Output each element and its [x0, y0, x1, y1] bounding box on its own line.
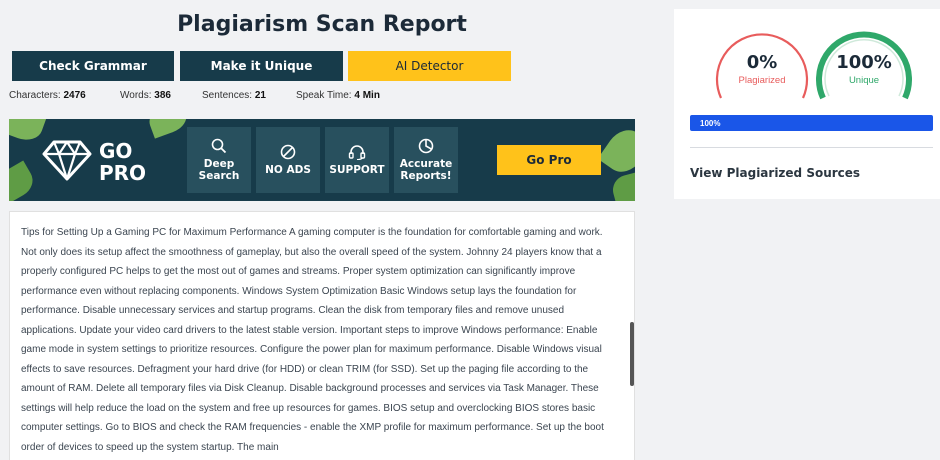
unique-percent: 100% — [836, 52, 892, 73]
go-pro-banner: GO PRO Deep Search NO ADS SUPPORT Accura… — [9, 119, 635, 201]
feature-no-ads: NO ADS — [256, 127, 320, 193]
leaf-decoration — [9, 160, 39, 201]
stat-speak-time: Speak Time: 4 Min — [296, 90, 380, 101]
results-panel: 0% Plagiarized 100% Unique 100% View Pla… — [674, 9, 940, 199]
scrollbar-thumb[interactable] — [630, 322, 634, 386]
diamond-icon — [42, 140, 92, 181]
scanned-text-area[interactable]: Tips for Setting Up a Gaming PC for Maxi… — [9, 211, 635, 460]
go-pro-button[interactable]: Go Pro — [497, 145, 601, 175]
make-unique-button[interactable]: Make it Unique — [180, 51, 343, 81]
leaf-decoration — [145, 119, 191, 139]
uniqueness-progress-bar: 100% — [690, 115, 933, 131]
search-icon — [211, 138, 227, 154]
stat-sentences: Sentences: 21 — [202, 90, 266, 101]
leaf-decoration — [597, 122, 635, 180]
view-sources-link[interactable]: View Plagiarized Sources — [690, 166, 860, 180]
progress-fill: 100% — [690, 115, 933, 131]
feature-accurate-reports: Accurate Reports! — [394, 127, 458, 193]
feature-deep-search: Deep Search — [187, 127, 251, 193]
page-title: Plagiarism Scan Report — [177, 12, 467, 37]
plagiarized-label: Plagiarized — [738, 75, 786, 86]
headset-icon — [348, 145, 366, 160]
unique-label: Unique — [848, 75, 880, 86]
stat-words: Words: 386 — [120, 90, 171, 101]
scanned-text: Tips for Setting Up a Gaming PC for Maxi… — [21, 227, 604, 453]
pie-chart-icon — [418, 138, 434, 154]
no-ads-icon — [280, 144, 296, 160]
leaf-decoration — [609, 171, 635, 201]
divider — [690, 147, 933, 148]
plagiarized-gauge: 0% Plagiarized — [714, 26, 810, 106]
stat-characters: Characters: 2476 — [9, 90, 86, 101]
ai-detector-button[interactable]: AI Detector — [348, 51, 511, 81]
unique-gauge: 100% Unique — [816, 26, 912, 106]
plagiarized-percent: 0% — [746, 52, 778, 73]
check-grammar-button[interactable]: Check Grammar — [12, 51, 174, 81]
feature-support: SUPPORT — [325, 127, 389, 193]
go-pro-text: GO PRO — [99, 139, 147, 185]
